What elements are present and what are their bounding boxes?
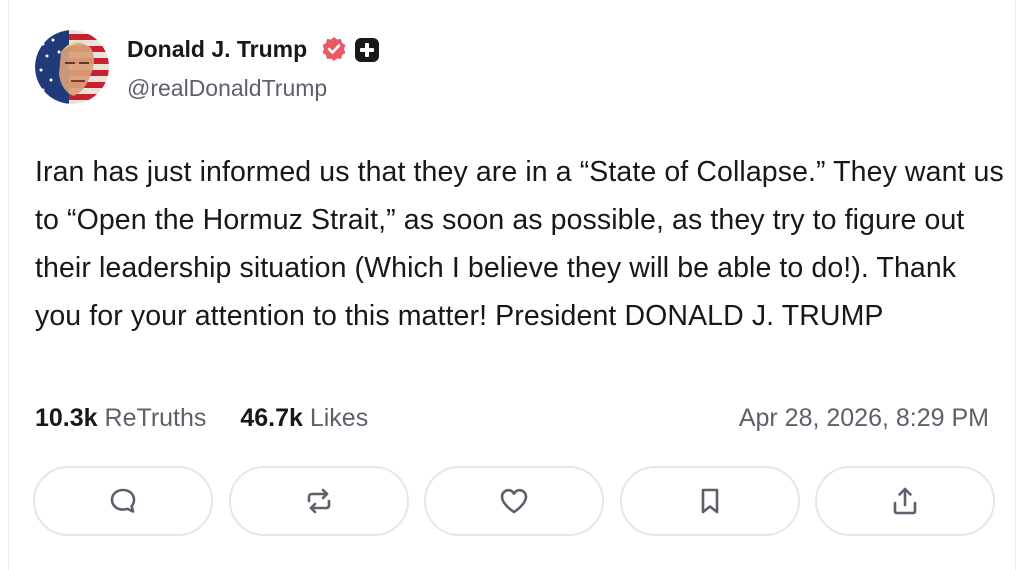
- post-body: Iran has just informed us that they are …: [35, 156, 1004, 332]
- retruth-icon: [307, 488, 330, 514]
- like-button[interactable]: [424, 466, 604, 536]
- like-icon: [500, 488, 528, 514]
- bookmark-icon: [701, 488, 718, 514]
- retruths-count[interactable]: 10.3k: [35, 404, 98, 432]
- post-timestamp[interactable]: Apr 28, 2026, 8:29 PM: [739, 404, 989, 433]
- retruths-label[interactable]: ReTruths: [105, 404, 207, 432]
- post-card: Donald J. Trump @realDonaldTrump Iran ha…: [8, 0, 1016, 570]
- avatar[interactable]: [35, 30, 109, 104]
- likes-count[interactable]: 46.7k: [240, 404, 303, 432]
- retruth-button[interactable]: [228, 466, 409, 536]
- author-name[interactable]: Donald J. Trump: [127, 36, 307, 63]
- likes-label[interactable]: Likes: [310, 404, 368, 432]
- reply-icon: [110, 488, 136, 513]
- author-handle[interactable]: @realDonaldTrump: [127, 75, 327, 102]
- avatar-image: [35, 30, 109, 104]
- plus-badge-icon: [355, 38, 379, 62]
- bookmark-button[interactable]: [619, 466, 800, 536]
- post-stats: 10.3k ReTruths 46.7k Likes: [35, 404, 368, 433]
- verified-badge-icon: [322, 37, 346, 61]
- reply-button[interactable]: [33, 466, 213, 536]
- share-button[interactable]: [815, 466, 995, 536]
- action-bar: [33, 466, 995, 538]
- share-icon: [893, 487, 917, 515]
